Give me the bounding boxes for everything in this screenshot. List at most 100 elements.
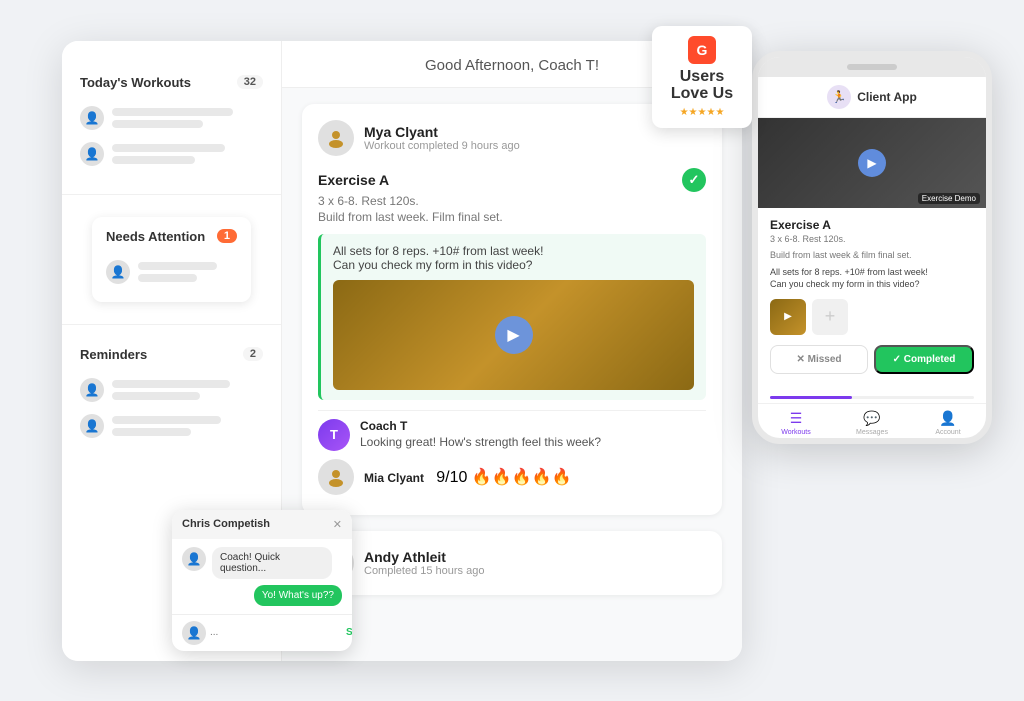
client-reply-text [428,471,431,485]
phone-nav: ☰ Workouts 💬 Messages 👤 Account [758,403,986,438]
workout-list-item[interactable]: 👤 [80,100,263,136]
phone-exercise-desc2: Build from last week & film final set. [770,250,974,260]
avatar: 👤 [80,414,104,438]
workouts-badge: 32 [237,75,263,89]
feed-card-mya: Mya Clyant Workout completed 9 hours ago… [302,104,722,515]
notch-pill [847,64,897,70]
phone-video-label: Exercise Demo [918,193,980,204]
phone-exercise-title: Exercise A [770,218,974,232]
andy-info: Andy Athleit Completed 15 hours ago [364,549,484,577]
andy-name: Andy Athleit [364,549,484,565]
nav-workouts-label: Workouts [781,429,810,436]
user-avatar [318,120,354,156]
user-info: Mya Clyant Workout completed 9 hours ago [364,124,520,152]
g2-line1: Users [680,68,724,85]
text-line [112,156,195,164]
chat-input-avatar: 👤 [182,621,206,645]
nav-workouts[interactable]: ☰ Workouts [758,410,834,436]
g2-line2: Love Us [671,85,733,102]
needs-attention-title: Needs Attention [106,229,205,244]
divider [62,194,281,195]
greeting: Good Afternoon, Coach T! [425,57,599,74]
divider [62,324,281,325]
g2-badge: G Users Love Us ★★★★★ [652,26,752,128]
workouts-nav-icon: ☰ [790,410,803,427]
phone-media-add[interactable]: + [812,299,848,335]
text-line [138,262,217,270]
phone-video[interactable]: ▶ Exercise Demo [758,118,986,208]
nav-messages[interactable]: 💬 Messages [834,410,910,436]
chat-popup: Chris Competish ✕ 👤 Coach! Quick questio… [172,510,352,651]
attention-list-item[interactable]: 👤 [106,254,237,290]
chat-header: Chris Competish ✕ [172,510,352,539]
chat-input[interactable] [210,627,342,638]
user-name: Mya Clyant [364,124,520,140]
chat-send-button[interactable]: Send [346,627,352,638]
phone-container: 🏃 Client App ▶ Exercise Demo Exercise A … [752,51,992,444]
completed-button[interactable]: ✓ Completed [874,345,974,374]
needs-attention-badge: 1 [217,229,237,243]
completed-icon: ✓ [682,168,706,192]
phone-play-button[interactable]: ▶ [858,149,886,177]
messages-nav-icon: 💬 [863,410,880,427]
phone-action-row: ✕ Missed ✓ Completed [770,345,974,374]
reminder-list-item[interactable]: 👤 [80,372,263,408]
text-line [112,120,203,128]
phone-exercise-desc: 3 x 6-8. Rest 120s. [770,234,974,244]
coach-reply: T Coach T Looking great! How's strength … [318,410,706,455]
nav-messages-label: Messages [856,429,888,436]
exercise-block: Exercise A ✓ 3 x 6-8. Rest 120s. Build f… [318,168,706,224]
reminder-list-item[interactable]: 👤 [80,408,263,444]
chat-message-row: 👤 Coach! Quick question... [182,547,342,579]
feed-card-header: Mya Clyant Workout completed 9 hours ago [318,120,706,156]
avatar: 👤 [80,142,104,166]
reminder-text-block [112,380,263,400]
user-subtitle: Workout completed 9 hours ago [364,140,520,152]
exercise-title-text: Exercise A [318,172,389,188]
comment-bubble: All sets for 8 reps. +10# from last week… [318,234,706,400]
avatar: 👤 [80,378,104,402]
chat-title: Chris Competish [182,518,270,530]
client-reply-content: Mia Clyant 9/10 🔥🔥🔥🔥🔥 [364,467,571,487]
coach-reply-text: Looking great! How's strength feel this … [360,435,601,449]
client-reply: Mia Clyant 9/10 🔥🔥🔥🔥🔥 [318,455,706,499]
exercise-desc: 3 x 6-8. Rest 120s. [318,194,706,208]
chat-bubble-outgoing: Yo! What's up?? [254,585,342,606]
text-line [112,108,233,116]
avatar: 👤 [80,106,104,130]
phone-frame: 🏃 Client App ▶ Exercise Demo Exercise A … [752,51,992,444]
coach-reply-content: Coach T Looking great! How's strength fe… [360,419,601,449]
reminders-title: Reminders [80,347,147,362]
phone-app-logo: 🏃 [827,85,851,109]
missed-button[interactable]: ✕ Missed [770,345,868,374]
scene: Today's Workouts 32 👤 👤 [32,21,992,681]
nav-account[interactable]: 👤 Account [910,410,986,436]
video-thumbnail[interactable]: ▶ [333,280,694,390]
text-line [138,274,197,282]
chat-bubble-incoming: Coach! Quick question... [212,547,332,579]
reminders-badge: 2 [243,347,263,361]
client-reply-name: Mia Clyant [364,471,424,485]
chat-close-button[interactable]: ✕ [333,518,342,531]
needs-attention-card[interactable]: Needs Attention 1 👤 [92,217,251,302]
phone-app-header: 🏃 Client App [758,77,986,118]
text-line [112,416,221,424]
coach-app: Today's Workouts 32 👤 👤 [62,41,742,661]
workouts-section: Today's Workouts 32 👤 👤 [62,61,281,186]
chat-messages: 👤 Coach! Quick question... Yo! What's up… [172,539,352,614]
coach-reply-name: Coach T [360,419,601,433]
needs-attention-section: Needs Attention 1 👤 [62,203,281,316]
chat-avatar: 👤 [182,547,206,571]
exercise-desc2: Build from last week. Film final set. [318,210,706,224]
feed-card-andy: Andy Athleit Completed 15 hours ago [302,531,722,595]
exercise-title: Exercise A ✓ [318,168,706,192]
chat-self-row: Yo! What's up?? [182,585,342,606]
reminder-text-block [112,416,263,436]
text-line [112,392,200,400]
phone-media-thumb[interactable]: ▶ [770,299,806,335]
text-line [112,380,230,388]
reminders-section: Reminders 2 👤 👤 [62,333,281,458]
comment-text: All sets for 8 reps. +10# from last week… [333,244,694,272]
play-button[interactable]: ▶ [495,316,533,354]
workout-list-item[interactable]: 👤 [80,136,263,172]
